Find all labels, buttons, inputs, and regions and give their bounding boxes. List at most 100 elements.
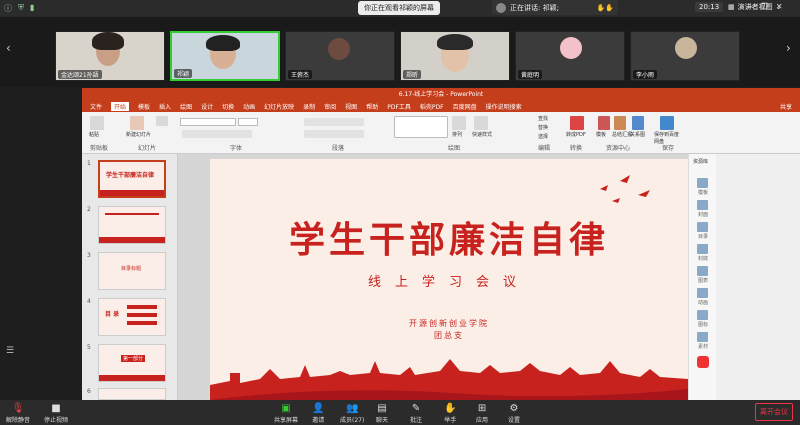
status-icons: ⓘ ⛨ ▮	[4, 3, 34, 14]
right-tool-label: 封底	[698, 256, 709, 262]
font-format-icons[interactable]	[182, 130, 252, 138]
members-button[interactable]: 👥 成员(27)	[340, 402, 364, 424]
template-tool-icon[interactable]	[697, 178, 708, 188]
video-label: 停止视频	[44, 417, 69, 424]
menu-design[interactable]: 设计	[201, 102, 213, 111]
gallery-prev-icon[interactable]: ‹	[6, 41, 11, 55]
paragraph-icons[interactable]	[304, 118, 364, 126]
menu-draw[interactable]: 绘图	[180, 102, 192, 111]
info-icon[interactable]: ⓘ	[4, 3, 12, 14]
toc-tool-icon[interactable]	[697, 222, 708, 232]
participant-tile[interactable]: 金达颂21孙語	[55, 31, 165, 81]
current-slide[interactable]: 学生干部廉洁自律 线上学习会议 开源创新创业学院 团总支	[210, 159, 688, 400]
relation-icon[interactable]	[632, 116, 644, 130]
menu-home[interactable]: 开始	[111, 102, 130, 111]
menu-slideshow[interactable]: 幻灯片放映	[264, 102, 294, 111]
menu-search[interactable]: 操作说明搜索	[486, 102, 522, 111]
cover-tool-icon[interactable]	[697, 200, 708, 210]
new-slide-icon[interactable]	[130, 116, 144, 130]
raise-hand-button[interactable]: ✋ 举手	[444, 402, 456, 424]
right-tool-label: 图表	[698, 278, 709, 284]
share-button[interactable]: 共享	[780, 102, 792, 111]
settings-button[interactable]: ⚙ 设置	[508, 402, 520, 424]
share-screen-button[interactable]: ▣ 共享屏幕	[274, 402, 298, 424]
ppt-menubar: 文件 开始 模板 插入 绘图 设计 切换 动画 幻灯片放映 录制 审阅 视图 帮…	[82, 101, 800, 112]
participant-tile[interactable]: 李小雨	[630, 31, 740, 81]
menu-file[interactable]: 文件	[90, 102, 102, 111]
leave-meeting-button[interactable]: 离开会议	[755, 403, 793, 421]
save-cloud-icon[interactable]	[660, 116, 674, 130]
icon-tool-icon[interactable]	[697, 310, 708, 320]
animation-tool-icon[interactable]	[697, 288, 708, 298]
back-cover-tool-icon[interactable]	[697, 244, 708, 254]
summary-icon[interactable]	[614, 116, 626, 130]
gallery-next-icon[interactable]: ›	[786, 41, 791, 55]
menu-help[interactable]: 帮助	[366, 102, 378, 111]
participant-tile[interactable]: 黄庭明	[515, 31, 625, 81]
invite-button[interactable]: 👤 邀请	[312, 402, 324, 424]
close-icon[interactable]: ✕	[776, 2, 783, 11]
group-save: 保存	[662, 145, 675, 152]
menu-view[interactable]: 视图	[345, 102, 357, 111]
layout-icon[interactable]	[156, 116, 168, 126]
slide-thumbnail-5[interactable]: 第一部分	[98, 344, 166, 382]
slide-thumbnail-4[interactable]: 目 录	[98, 298, 166, 336]
participant-name: 王俯杰	[288, 70, 313, 79]
template-icon[interactable]	[598, 116, 610, 130]
camera-icon: ■	[51, 403, 61, 414]
chat-button[interactable]: ▤ 聊天	[376, 402, 388, 424]
video-button[interactable]: ■ 停止视频	[44, 402, 68, 424]
invite-label: 邀请	[312, 417, 325, 424]
slide-thumbnail-3[interactable]: 目录标题	[98, 252, 166, 290]
paste-icon[interactable]	[90, 116, 104, 130]
chart-tool-icon[interactable]	[697, 266, 708, 276]
menu-transition[interactable]: 切换	[222, 102, 234, 111]
apps-label: 应用	[476, 417, 489, 424]
font-size-box[interactable]	[238, 118, 258, 126]
quick-styles-label: 快速样式	[472, 132, 493, 138]
menu-pdf-tools[interactable]: PDF工具	[387, 102, 411, 111]
birds-decoration	[600, 175, 650, 203]
slide-thumbnail-1[interactable]: 学生干部廉洁自律	[98, 160, 166, 198]
participant-tile[interactable]: 王俯杰	[285, 31, 395, 81]
replace-button[interactable]: 替换	[538, 124, 548, 131]
annotate-button[interactable]: ✎ 批注	[410, 402, 422, 424]
slide-number: 4	[87, 298, 91, 305]
apps-button[interactable]: ⊞ 应用	[476, 402, 488, 424]
shapes-gallery[interactable]	[394, 116, 448, 138]
minimize-icon[interactable]: −	[746, 2, 753, 11]
font-name-box[interactable]	[180, 118, 236, 126]
slide-number: 2	[87, 206, 91, 213]
shield-icon[interactable]: ⛨	[18, 3, 24, 14]
menu-baidu[interactable]: 百度网盘	[453, 102, 477, 111]
slide-thumbnail-2[interactable]	[98, 206, 166, 244]
hand-icon: ✋	[444, 403, 457, 414]
restore-icon[interactable]: ❐	[761, 2, 768, 11]
slide-thumbnail-6[interactable]	[98, 388, 166, 400]
menu-template[interactable]: 模板	[138, 102, 150, 111]
menu-docer-pdf[interactable]: 稻壳PDF	[420, 102, 444, 111]
menu-record[interactable]: 录制	[303, 102, 315, 111]
speaking-indicator: 正在讲话: 祁颖; ✋✋	[492, 0, 618, 15]
menu-animation[interactable]: 动画	[243, 102, 255, 111]
chat-label: 聊天	[376, 417, 389, 424]
participant-tile-active[interactable]: 祁颖	[170, 31, 280, 81]
participant-tile[interactable]: 郑昕	[400, 31, 510, 81]
template-label: 模板	[596, 132, 607, 138]
mute-button[interactable]: 🎙 解除静音	[6, 402, 30, 424]
select-button[interactable]: 选择	[538, 133, 548, 140]
alignment-icons[interactable]	[304, 130, 364, 138]
menu-insert[interactable]: 插入	[159, 102, 171, 111]
pdf-icon[interactable]	[570, 116, 584, 130]
arrange-icon[interactable]	[452, 116, 466, 130]
group-convert: 转换	[570, 145, 583, 152]
quick-styles-icon[interactable]	[474, 116, 488, 130]
raise-label: 举手	[444, 417, 457, 424]
signal-icon[interactable]: ▮	[30, 3, 34, 14]
slide-number: 5	[87, 344, 91, 351]
list-menu-icon[interactable]: ☰	[6, 346, 14, 356]
menu-review[interactable]: 审阅	[324, 102, 336, 111]
material-tool-icon[interactable]	[697, 332, 708, 342]
gift-icon[interactable]	[697, 356, 709, 368]
find-button[interactable]: 查找	[538, 115, 548, 122]
